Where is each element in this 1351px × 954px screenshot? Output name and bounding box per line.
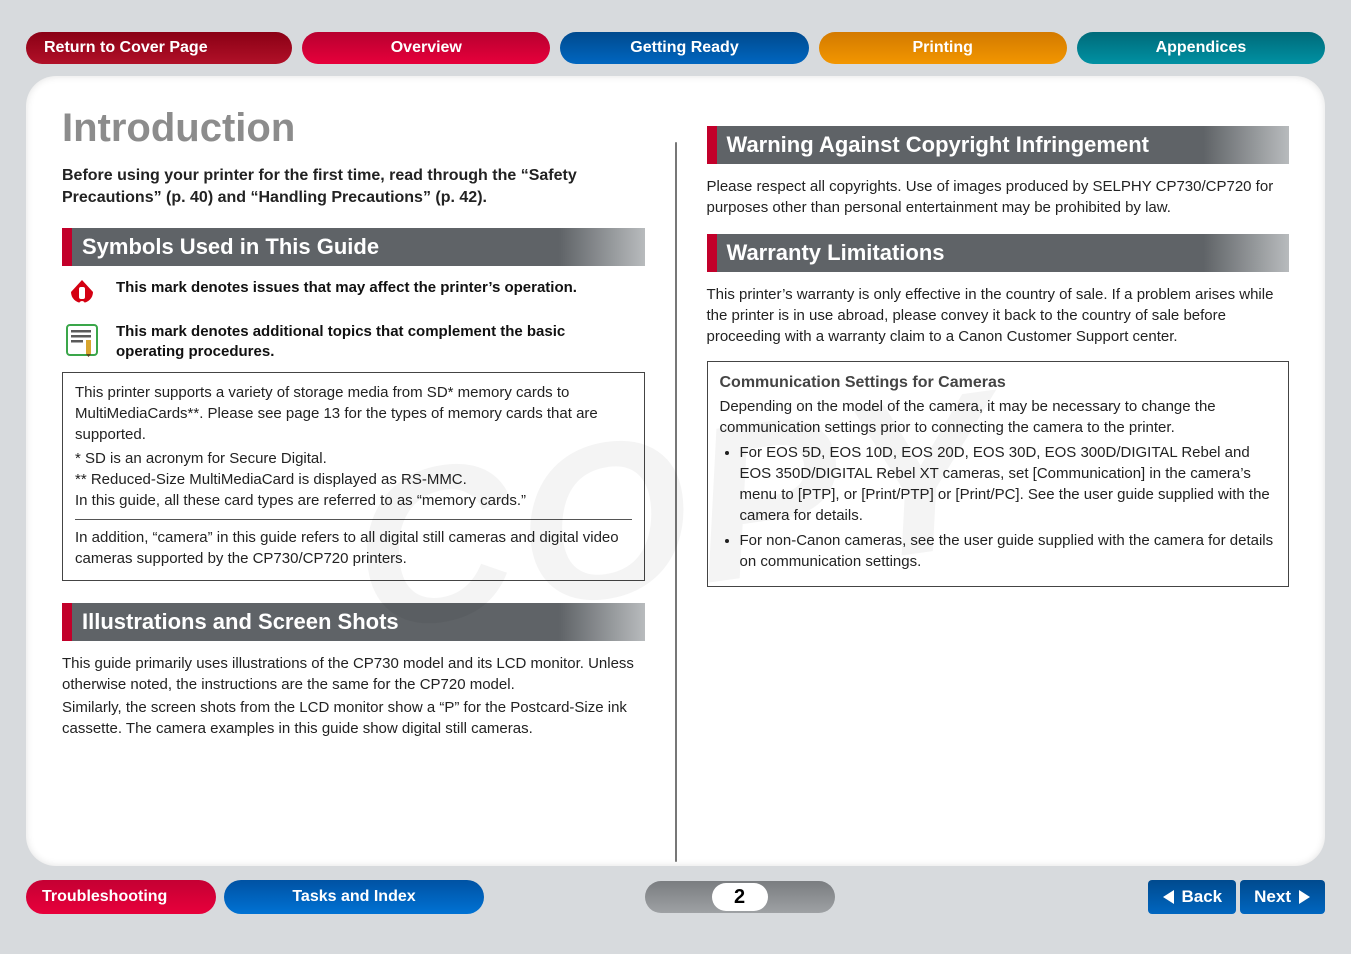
- communication-settings-box: Communication Settings for Cameras Depen…: [707, 361, 1290, 587]
- troubleshooting-button[interactable]: Troubleshooting: [26, 880, 216, 914]
- illustrations-body-1: This guide primarily uses illustrations …: [62, 653, 645, 695]
- comm-list: For EOS 5D, EOS 10D, EOS 20D, EOS 30D, E…: [720, 442, 1277, 572]
- section-header-copyright: Warning Against Copyright Infringement: [707, 126, 1290, 164]
- tab-label: Return to Cover Page: [44, 39, 208, 57]
- storage-p3: In addition, “camera” in this guide refe…: [75, 528, 632, 569]
- arrow-right-icon: [1297, 889, 1311, 905]
- tab-label: Appendices: [1156, 39, 1247, 57]
- illustrations-body-2: Similarly, the screen shots from the LCD…: [62, 697, 645, 739]
- tab-return-cover[interactable]: Return to Cover Page: [26, 32, 292, 64]
- button-label: Tasks and Index: [292, 888, 415, 906]
- page-number: 2: [712, 883, 768, 911]
- page-title: Introduction: [62, 106, 645, 151]
- comm-title: Communication Settings for Cameras: [720, 372, 1277, 394]
- storage-p2: In this guide, all these card types are …: [75, 491, 632, 512]
- warning-icon: [62, 278, 102, 312]
- page-number-indicator: 2: [645, 881, 835, 913]
- section-header-illustrations: Illustrations and Screen Shots: [62, 603, 645, 641]
- tab-label: Printing: [912, 39, 972, 57]
- right-column: Warning Against Copyright Infringement P…: [707, 106, 1290, 840]
- arrow-left-icon: [1162, 889, 1176, 905]
- tab-getting-ready[interactable]: Getting Ready: [560, 32, 808, 64]
- comm-bullet-2: For non-Canon cameras, see the user guid…: [740, 530, 1277, 572]
- copyright-body: Please respect all copyrights. Use of im…: [707, 176, 1290, 218]
- storage-footnote-1: * SD is an acronym for Secure Digital.: [75, 449, 632, 470]
- symbol-row-warning: This mark denotes issues that may affect…: [62, 278, 645, 312]
- symbol-warning-text: This mark denotes issues that may affect…: [116, 278, 577, 298]
- section-header-symbols: Symbols Used in This Guide: [62, 228, 645, 266]
- storage-info-box: This printer supports a variety of stora…: [62, 372, 645, 581]
- tab-label: Getting Ready: [630, 39, 738, 57]
- tab-printing[interactable]: Printing: [819, 32, 1067, 64]
- tab-label: Overview: [391, 39, 462, 57]
- back-button[interactable]: Back: [1148, 880, 1237, 914]
- tasks-index-button[interactable]: Tasks and Index: [224, 880, 484, 914]
- column-divider: [675, 142, 677, 862]
- section-header-warranty: Warranty Limitations: [707, 234, 1290, 272]
- tab-overview[interactable]: Overview: [302, 32, 550, 64]
- content-panel: COPY Introduction Before using your prin…: [26, 76, 1325, 866]
- storage-footnote-2: ** Reduced-Size MultiMediaCard is displa…: [75, 470, 632, 491]
- left-column: Introduction Before using your printer f…: [62, 106, 645, 840]
- button-label: Next: [1254, 887, 1291, 907]
- bottom-bar: Troubleshooting Tasks and Index 2 Back N…: [0, 866, 1351, 914]
- comm-bullet-1: For EOS 5D, EOS 10D, EOS 20D, EOS 30D, E…: [740, 442, 1277, 526]
- top-nav: Return to Cover Page Overview Getting Re…: [0, 0, 1351, 76]
- warranty-body: This printer’s warranty is only effectiv…: [707, 284, 1290, 347]
- storage-p1: This printer supports a variety of stora…: [75, 383, 632, 445]
- next-button[interactable]: Next: [1240, 880, 1325, 914]
- intro-paragraph: Before using your printer for the first …: [62, 165, 645, 210]
- symbol-row-note: This mark denotes additional topics that…: [62, 322, 645, 363]
- page-nav-buttons: Back Next: [1148, 880, 1326, 914]
- comm-body: Depending on the model of the camera, it…: [720, 396, 1277, 438]
- button-label: Back: [1182, 887, 1223, 907]
- tab-appendices[interactable]: Appendices: [1077, 32, 1325, 64]
- symbol-note-text: This mark denotes additional topics that…: [116, 322, 636, 363]
- button-label: Troubleshooting: [42, 888, 167, 906]
- note-icon: [62, 322, 102, 358]
